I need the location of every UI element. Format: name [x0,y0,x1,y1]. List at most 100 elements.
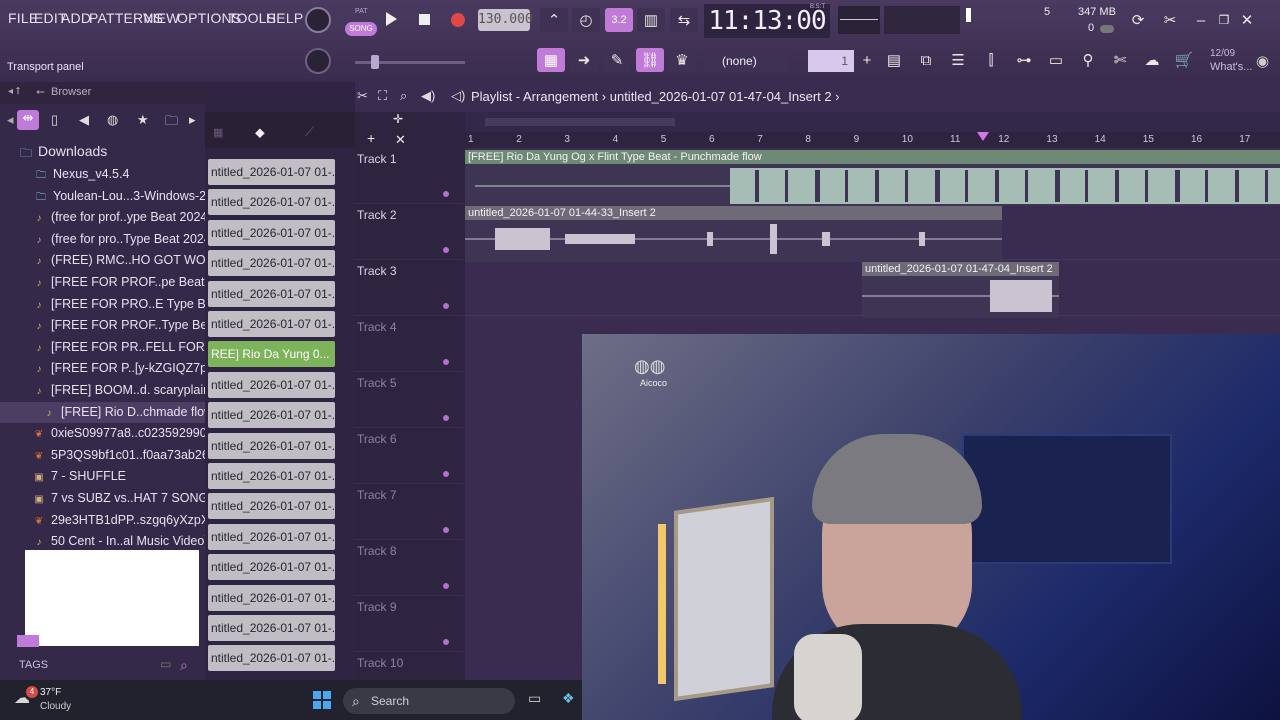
current-project-icon[interactable]: ▯ [51,112,58,128]
snap-icon[interactable]: ▦ [537,48,565,72]
browser-file-item[interactable]: ♪ [FREE FOR PROF..pe Beat (1) [0,272,206,293]
audio-clip-source-item[interactable]: ntitled_2026-01-07 01-... [208,159,335,185]
audio-clip-source-item[interactable]: ntitled_2026-01-07 01-... [208,311,335,337]
stamp-icon[interactable]: ♛ [668,48,696,72]
slice-icon[interactable]: ✂ [357,88,368,104]
audio-clip-source-item[interactable]: ntitled_2026-01-07 01-... [208,584,335,611]
browser-file-item[interactable]: ♪ [FREE FOR PR..FELL FOR HER [0,337,206,358]
playhead-marker[interactable] [977,132,989,141]
browser-icon[interactable]: ⊶ [1010,48,1038,72]
project-icon[interactable]: ▭ [1042,48,1070,72]
audio-clip-source-item[interactable]: ntitled_2026-01-07 01-... [208,432,335,459]
audio-clip-source-item[interactable]: ntitled_2026-01-07 01-... [208,523,335,550]
track-header[interactable]: Track 2 [355,204,463,260]
metronome-icon[interactable]: ⌃ [540,8,568,32]
tools-icon[interactable]: ✄ [1106,48,1134,72]
browser-file-item[interactable]: ❦ 29e3HTB1dPP..szgq6yXzpXai [0,510,205,531]
playback-icon[interactable]: ◀) [421,88,435,104]
crosshair-icon[interactable]: ✛ [393,112,403,126]
browser-file-item[interactable]: ♪ [FREE] Rio D..chmade flow [0,401,205,423]
wait-input-icon[interactable]: ◴ [572,8,600,32]
track-header[interactable]: Track 4 [355,316,463,372]
audio-clip-source-item[interactable]: ntitled_2026-01-07 01-... [208,493,335,520]
favorites-icon[interactable]: ★ [137,112,149,128]
step-edit-icon[interactable]: 3.2 [605,8,633,32]
loop-record-icon[interactable]: ⇆ [670,8,698,32]
track-mute-led[interactable] [443,639,449,645]
collapse-right-icon[interactable]: ▸ [189,112,196,128]
browser-file-item[interactable]: ♪ [FREE FOR PRO..E Type Beat [0,294,206,315]
taskbar-search[interactable]: ⌕ Search [343,688,515,714]
audio-clip-source-item[interactable]: ntitled_2026-01-07 01-... [208,219,335,246]
audio-clip-source-item[interactable]: ntitled_2026-01-07 01-... [208,280,335,307]
master-volume-knob[interactable] [305,7,331,33]
browser-file-item[interactable]: ♪ [FREE FOR PROF..Type Beat [0,315,206,336]
typing-keyboard-icon[interactable]: ▥ [637,8,665,32]
menu-help[interactable]: HELP [266,10,303,26]
audio-clip-source-item[interactable]: ntitled_2026-01-07 01-... [208,554,335,581]
browser-file-item[interactable]: ♪ (free for pro..Type Beat 2024 [0,229,206,250]
audio-clip-source-item[interactable]: ntitled_2026-01-07 01-... [208,463,335,489]
record-button[interactable] [451,13,465,27]
audio-clip[interactable]: untitled_2026-01-07 01-44-33_Insert 2 [465,206,1002,262]
plugin-icon[interactable]: ⚲ [1074,48,1102,72]
channel-rack-icon[interactable]: ☰ [944,48,972,72]
track-mute-led[interactable] [443,247,449,253]
arrow-right-icon[interactable]: ➜ [570,48,598,72]
browser-file-item[interactable]: ♪ (free for prof..ype Beat 2024 [0,207,206,228]
track-header[interactable]: Track 1 [355,148,463,204]
online-content-icon[interactable]: ◍ [107,112,118,128]
downloads-folder[interactable]: 🗀 Downloads [0,141,205,163]
overview-bar[interactable] [465,112,1280,132]
link-icon[interactable]: ⛓ [636,48,664,72]
all-content-icon[interactable]: ⇹ [17,110,39,130]
track-mute-led[interactable] [443,471,449,477]
audio-clip[interactable]: [FREE] Rio Da Yung Og x Flint Type Beat … [465,150,1280,206]
weather-desc[interactable]: Cloudy [40,701,71,712]
track-mute-led[interactable] [443,303,449,309]
picker-automation-icon[interactable]: ⟋ [305,124,314,140]
browser-folder-item[interactable]: 🗀 Nexus_v4.5.4 [0,164,205,185]
menu-add[interactable]: ADD [61,10,91,26]
mixer-icon[interactable]: ⫿ [977,48,1005,72]
windows-start-icon[interactable] [312,690,332,710]
audio-clip-source-item[interactable]: ntitled_2026-01-07 01-... [208,615,335,641]
audio-clip-source-item[interactable]: ntitled_2026-01-07 01-... [208,250,335,277]
track-mute-led[interactable] [443,359,449,365]
brush-icon[interactable]: ✎ [603,48,631,72]
playlist-menu-icon[interactable]: ◁) [451,88,465,104]
track-mute-led[interactable] [443,527,449,533]
browser-file-item[interactable]: ♪ (FREE) RMC..HO GOT WOK [0,250,206,271]
select-icon[interactable]: ⛶ [378,88,387,104]
sounds-icon[interactable]: ☁ [1138,48,1166,72]
master-pitch-knob[interactable] [305,48,331,74]
cart-icon[interactable]: 🛒 [1170,48,1198,72]
browser-back-icon[interactable]: ⭠ [36,86,45,99]
play-button[interactable] [386,12,397,26]
browser-file-item[interactable]: ♪ [FREE FOR P..[y-kZGIQZ7pY] [0,358,206,379]
browser-file-item[interactable]: ❦ 0xieS09977a8..c0235929904 [0,423,205,444]
menu-view[interactable]: VIEW [143,10,180,26]
timeline-ruler[interactable]: 1 2 3 4 5 6 7 8 9 10 11 12 13 14 15 16 17 [465,132,1280,148]
audio-clip-source-item[interactable]: ntitled_2026-01-07 01-... [208,402,335,429]
audio-clip-source-item[interactable]: ntitled_2026-01-07 01-... [208,645,335,672]
piano-roll-icon[interactable]: ⧉ [912,48,940,72]
audio-clip-source-item[interactable]: REE] Rio Da Yung 0... [208,341,335,368]
task-view-icon[interactable]: ▭ [528,690,541,707]
track-header[interactable]: Track 7 [355,484,463,540]
polyphony-toggle[interactable] [1100,25,1114,33]
zoom-icon[interactable]: ⌕ [400,88,407,104]
news-text[interactable]: What's... [1210,61,1252,73]
add-track-icon[interactable]: + [367,130,375,146]
browser-file-item[interactable]: ▣ 7 vs SUBZ vs..HAT 7 SONG v1 [0,488,205,509]
audio-clip-source-item[interactable]: ntitled_2026-01-07 01-... [208,371,335,398]
pitch-slider-handle[interactable] [371,55,379,69]
close-icon[interactable]: ✕ [1236,8,1258,32]
account-icon[interactable]: ◉ [1256,52,1269,70]
folder-icon[interactable]: 🗀 [165,112,178,134]
audio-clip-source-item[interactable]: ntitled_2026-01-07 01-... [208,189,335,216]
fl-logo-icon[interactable]: ✂ [1156,8,1184,32]
track-header[interactable]: Track 5 [355,372,463,428]
refresh-icon[interactable]: ⟳ [1124,8,1152,32]
preview-play-icon[interactable] [17,635,39,647]
